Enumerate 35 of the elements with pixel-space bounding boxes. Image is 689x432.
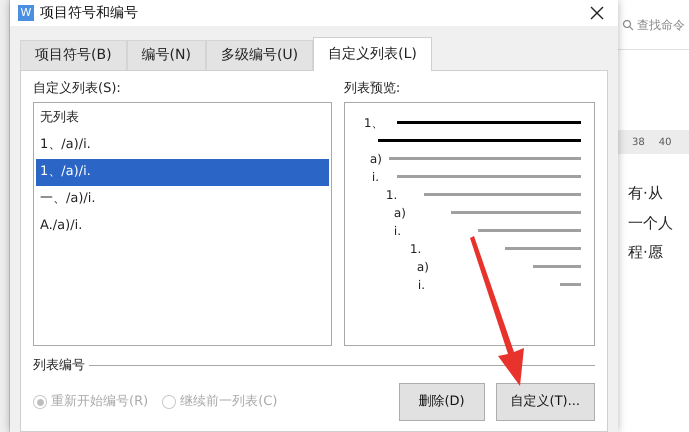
ruler-number: 40: [658, 136, 672, 150]
document-text: 有·从: [628, 183, 664, 204]
tab[interactable]: 自定义列表(L): [313, 37, 432, 71]
preview-label: 1.: [386, 186, 398, 202]
preview-label: a): [370, 150, 382, 166]
list-item[interactable]: 一、/a)/i.: [36, 186, 329, 212]
list-item[interactable]: A./a)/i.: [36, 212, 329, 240]
group-label: 列表编号: [33, 356, 85, 374]
preview-label: i.: [418, 276, 426, 292]
close-icon[interactable]: [590, 6, 604, 20]
preview-label: i.: [372, 168, 380, 184]
preview-label: 1、: [364, 114, 384, 130]
preview-label: a): [394, 204, 406, 220]
preview-title: 列表预览:: [344, 80, 402, 98]
search-field[interactable]: 查找命令: [637, 16, 685, 34]
dialog-button[interactable]: 删除(D): [398, 383, 485, 421]
list-item[interactable]: 无列表: [36, 104, 329, 132]
tab[interactable]: 项目符号(B): [20, 40, 127, 70]
preview-label: i.: [394, 222, 402, 238]
preview-line: [532, 264, 581, 268]
tab[interactable]: 编号(N): [126, 40, 206, 70]
preview-label: 1.: [410, 240, 422, 256]
preview-line: [560, 282, 581, 286]
window-title: 项目符号和编号: [40, 4, 138, 22]
list-label: 自定义列表(S):: [33, 80, 122, 98]
list-item[interactable]: 1、/a)/i.: [36, 158, 329, 186]
document-text: 一个人: [628, 212, 674, 234]
list-item[interactable]: 1、/a)/i.: [36, 132, 329, 158]
ruler-number: 38: [632, 136, 645, 150]
search-icon: [622, 18, 634, 30]
document-text: 程·愿: [628, 242, 664, 263]
preview-label: a): [416, 258, 429, 274]
tab[interactable]: 多级编号(U): [206, 40, 314, 70]
app-icon: W: [18, 5, 34, 21]
dialog-button[interactable]: 自定义(T)...: [496, 383, 595, 421]
